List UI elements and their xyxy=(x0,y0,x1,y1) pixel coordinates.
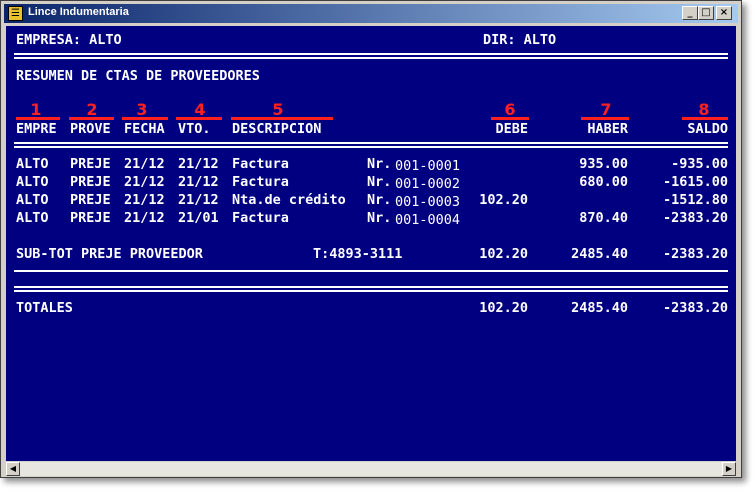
title-bar[interactable]: ☰ Lince Indumentaria _ □ × xyxy=(4,4,738,23)
totals-debe: 102.20 xyxy=(479,300,528,316)
cell-saldo: -1615.00 xyxy=(662,174,728,190)
divider xyxy=(14,270,728,272)
cell-vto: 21/01 xyxy=(178,210,219,226)
col-descripcion: DESCRIPCION xyxy=(232,121,322,137)
empresa-label: EMPRESA: ALTO xyxy=(16,32,122,48)
dir-label: DIR: ALTO xyxy=(483,32,557,48)
app-icon[interactable]: ☰ xyxy=(8,6,23,21)
subtotal-debe: 102.20 xyxy=(479,246,528,262)
cell-haber: 870.40 xyxy=(579,210,628,226)
cell-desc: Factura xyxy=(232,210,289,226)
cell-fecha: 21/12 xyxy=(124,192,165,208)
cell-prove: PREJE xyxy=(70,174,111,190)
col-debe: DEBE xyxy=(495,121,528,137)
scroll-left-button[interactable]: ◀ xyxy=(6,462,20,476)
cell-doc: 001-0002 xyxy=(395,176,461,192)
subtotal-haber: 2485.40 xyxy=(571,246,628,262)
marker-1: 1 xyxy=(30,100,42,119)
cell-prove: PREJE xyxy=(70,192,111,208)
marker-bar xyxy=(16,117,60,120)
marker-bar xyxy=(122,117,168,120)
subtotal-saldo: -2383.20 xyxy=(662,246,728,262)
marker-7: 7 xyxy=(600,100,612,119)
cell-haber: 935.00 xyxy=(579,156,628,172)
cell-vto: 21/12 xyxy=(178,174,219,190)
divider xyxy=(14,286,728,292)
col-saldo: SALDO xyxy=(687,121,728,137)
cell-fecha: 21/12 xyxy=(124,174,165,190)
scroll-right-button[interactable]: ▶ xyxy=(722,462,736,476)
col-prove: PROVE xyxy=(70,121,111,137)
marker-bar xyxy=(69,117,114,120)
cell-doc: 001-0003 xyxy=(395,194,461,210)
totals-haber: 2485.40 xyxy=(571,300,628,316)
cell-nr: Nr. xyxy=(367,174,392,190)
minimize-button[interactable]: _ xyxy=(682,6,698,20)
cell-nr: Nr. xyxy=(367,156,392,172)
cell-prove: PREJE xyxy=(70,156,111,172)
col-fecha: FECHA xyxy=(124,121,165,137)
subtotal-phone: T:4893-3111 xyxy=(313,246,403,262)
cell-empre: ALTO xyxy=(16,192,49,208)
marker-3: 3 xyxy=(136,100,148,119)
app-window: ☰ Lince Indumentaria _ □ × EMPRESA: ALTO… xyxy=(0,0,742,478)
cell-vto: 21/12 xyxy=(178,192,219,208)
subtotal-label: SUB-TOT PREJE PROVEEDOR xyxy=(16,246,203,262)
cell-desc: Factura xyxy=(232,156,289,172)
marker-bar xyxy=(581,117,629,120)
marker-2: 2 xyxy=(86,100,98,119)
cell-fecha: 21/12 xyxy=(124,156,165,172)
cell-empre: ALTO xyxy=(16,210,49,226)
cell-desc: Nta.de crédito xyxy=(232,192,346,208)
marker-5: 5 xyxy=(272,100,284,119)
cell-empre: ALTO xyxy=(16,174,49,190)
marker-4: 4 xyxy=(194,100,206,119)
cell-saldo: -935.00 xyxy=(671,156,728,172)
maximize-button[interactable]: □ xyxy=(698,6,714,20)
cell-debe: 102.20 xyxy=(479,192,528,208)
totals-label: TOTALES xyxy=(16,300,73,316)
marker-bar xyxy=(491,117,529,120)
divider xyxy=(14,53,728,59)
window-title: Lince Indumentaria xyxy=(28,6,129,18)
col-haber: HABER xyxy=(587,121,628,137)
marker-bar xyxy=(231,117,333,120)
cell-haber: 680.00 xyxy=(579,174,628,190)
col-empre: EMPRE xyxy=(16,121,57,137)
report-heading: RESUMEN DE CTAS DE PROVEEDORES xyxy=(16,68,260,84)
col-vto: VTO. xyxy=(178,121,211,137)
close-button[interactable]: × xyxy=(716,6,732,20)
marker-bar xyxy=(682,117,728,120)
marker-8: 8 xyxy=(698,100,710,119)
cell-doc: 001-0004 xyxy=(395,212,461,228)
cell-nr: Nr. xyxy=(367,210,392,226)
cell-empre: ALTO xyxy=(16,156,49,172)
cell-prove: PREJE xyxy=(70,210,111,226)
cell-doc: 001-0001 xyxy=(395,158,461,174)
cell-desc: Factura xyxy=(232,174,289,190)
horizontal-scrollbar[interactable]: ◀ ▶ xyxy=(6,462,736,476)
cell-vto: 21/12 xyxy=(178,156,219,172)
cell-saldo: -2383.20 xyxy=(662,210,728,226)
marker-6: 6 xyxy=(504,100,516,119)
cell-saldo: -1512.80 xyxy=(662,192,728,208)
totals-saldo: -2383.20 xyxy=(662,300,728,316)
cell-fecha: 21/12 xyxy=(124,210,165,226)
cell-nr: Nr. xyxy=(367,192,392,208)
terminal-screen: EMPRESA: ALTO DIR: ALTO RESUMEN DE CTAS … xyxy=(6,26,736,461)
marker-bar xyxy=(176,117,222,120)
divider xyxy=(14,142,728,148)
